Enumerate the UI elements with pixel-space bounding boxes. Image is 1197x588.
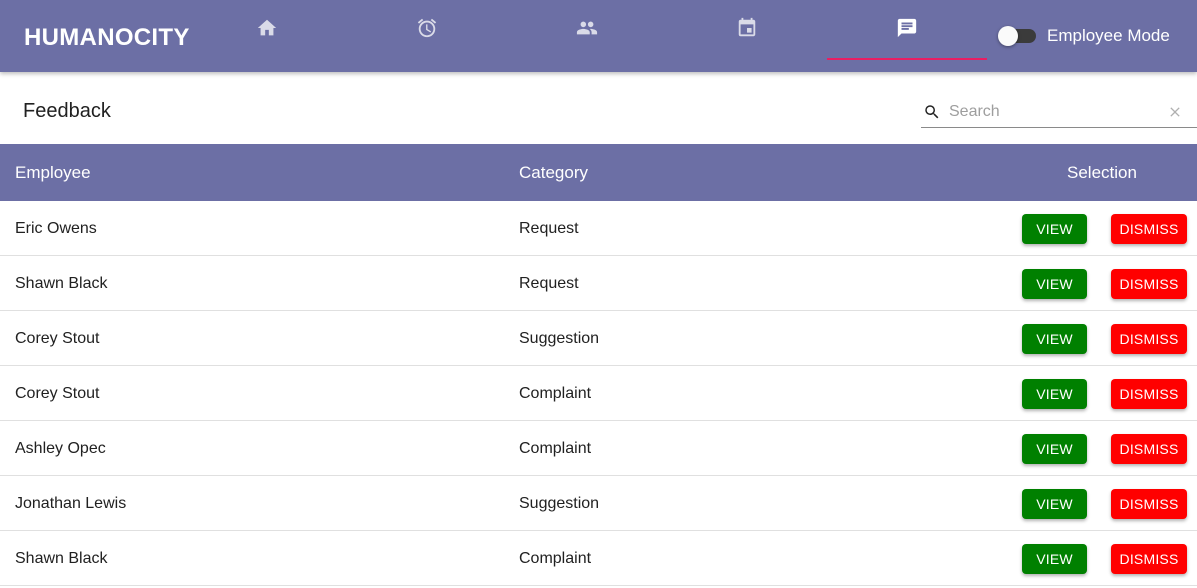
- tab-home[interactable]: [187, 0, 347, 60]
- view-button[interactable]: VIEW: [1022, 214, 1087, 244]
- view-button[interactable]: VIEW: [1022, 434, 1087, 464]
- view-button[interactable]: VIEW: [1022, 379, 1087, 409]
- search-input[interactable]: [949, 100, 1159, 124]
- employee-mode-toggle[interactable]: [998, 26, 1036, 46]
- tab-time[interactable]: [347, 0, 507, 60]
- table-row: Ashley Opec Complaint VIEW DISMISS: [0, 421, 1197, 476]
- category-cell: Complaint: [519, 385, 592, 402]
- employee-cell: Ashley Opec: [15, 440, 106, 457]
- message-icon: [896, 17, 918, 44]
- dismiss-button[interactable]: DISMISS: [1111, 214, 1187, 244]
- table-row: Shawn Black Request VIEW DISMISS: [0, 256, 1197, 311]
- column-header-category: Category: [519, 163, 588, 182]
- category-cell: Complaint: [519, 440, 592, 457]
- employee-cell: Shawn Black: [15, 550, 108, 567]
- table-header: Employee Category Selection: [0, 144, 1197, 201]
- column-header-employee: Employee: [15, 163, 91, 182]
- brand-logo: HUMANOCITY: [24, 24, 190, 51]
- category-cell: Suggestion: [519, 330, 600, 347]
- dismiss-button[interactable]: DISMISS: [1111, 379, 1187, 409]
- calendar-icon: [736, 17, 758, 44]
- tab-people[interactable]: [507, 0, 667, 60]
- employee-cell: Jonathan Lewis: [15, 495, 127, 512]
- table-row: Shawn Black Complaint VIEW DISMISS: [0, 531, 1197, 586]
- table-row: Eric Owens Request VIEW DISMISS: [0, 201, 1197, 256]
- view-button[interactable]: VIEW: [1022, 324, 1087, 354]
- toggle-thumb: [998, 26, 1018, 46]
- category-cell: Request: [519, 220, 579, 237]
- people-icon: [576, 17, 598, 44]
- tab-feedback[interactable]: [827, 0, 987, 60]
- home-icon: [256, 17, 278, 44]
- employee-cell: Shawn Black: [15, 275, 108, 292]
- dismiss-button[interactable]: DISMISS: [1111, 324, 1187, 354]
- feedback-table-body: Eric Owens Request VIEW DISMISS Shawn Bl…: [0, 201, 1197, 586]
- employee-cell: Corey Stout: [15, 330, 100, 347]
- table-row: Jonathan Lewis Suggestion VIEW DISMISS: [0, 476, 1197, 531]
- employee-mode-label: Employee Mode: [1047, 26, 1170, 45]
- search-icon: [923, 103, 941, 121]
- view-button[interactable]: VIEW: [1022, 269, 1087, 299]
- view-button[interactable]: VIEW: [1022, 489, 1087, 519]
- clear-search-icon[interactable]: [1167, 104, 1183, 120]
- column-header-selection: Selection: [1067, 163, 1137, 182]
- dismiss-button[interactable]: DISMISS: [1111, 269, 1187, 299]
- tab-calendar[interactable]: [667, 0, 827, 60]
- category-cell: Request: [519, 275, 579, 292]
- app-bar: HUMANOCITY Employee Mode: [0, 0, 1197, 72]
- table-row: Corey Stout Complaint VIEW DISMISS: [0, 366, 1197, 421]
- page-title: Feedback: [23, 100, 111, 122]
- dismiss-button[interactable]: DISMISS: [1111, 489, 1187, 519]
- employee-cell: Eric Owens: [15, 220, 97, 237]
- employee-cell: Corey Stout: [15, 385, 100, 402]
- view-button[interactable]: VIEW: [1022, 544, 1087, 574]
- category-cell: Complaint: [519, 550, 592, 567]
- dismiss-button[interactable]: DISMISS: [1111, 434, 1187, 464]
- dismiss-button[interactable]: DISMISS: [1111, 544, 1187, 574]
- category-cell: Suggestion: [519, 495, 600, 512]
- search-box: [921, 96, 1197, 128]
- alarm-clock-icon: [416, 17, 438, 44]
- table-row: Corey Stout Suggestion VIEW DISMISS: [0, 311, 1197, 366]
